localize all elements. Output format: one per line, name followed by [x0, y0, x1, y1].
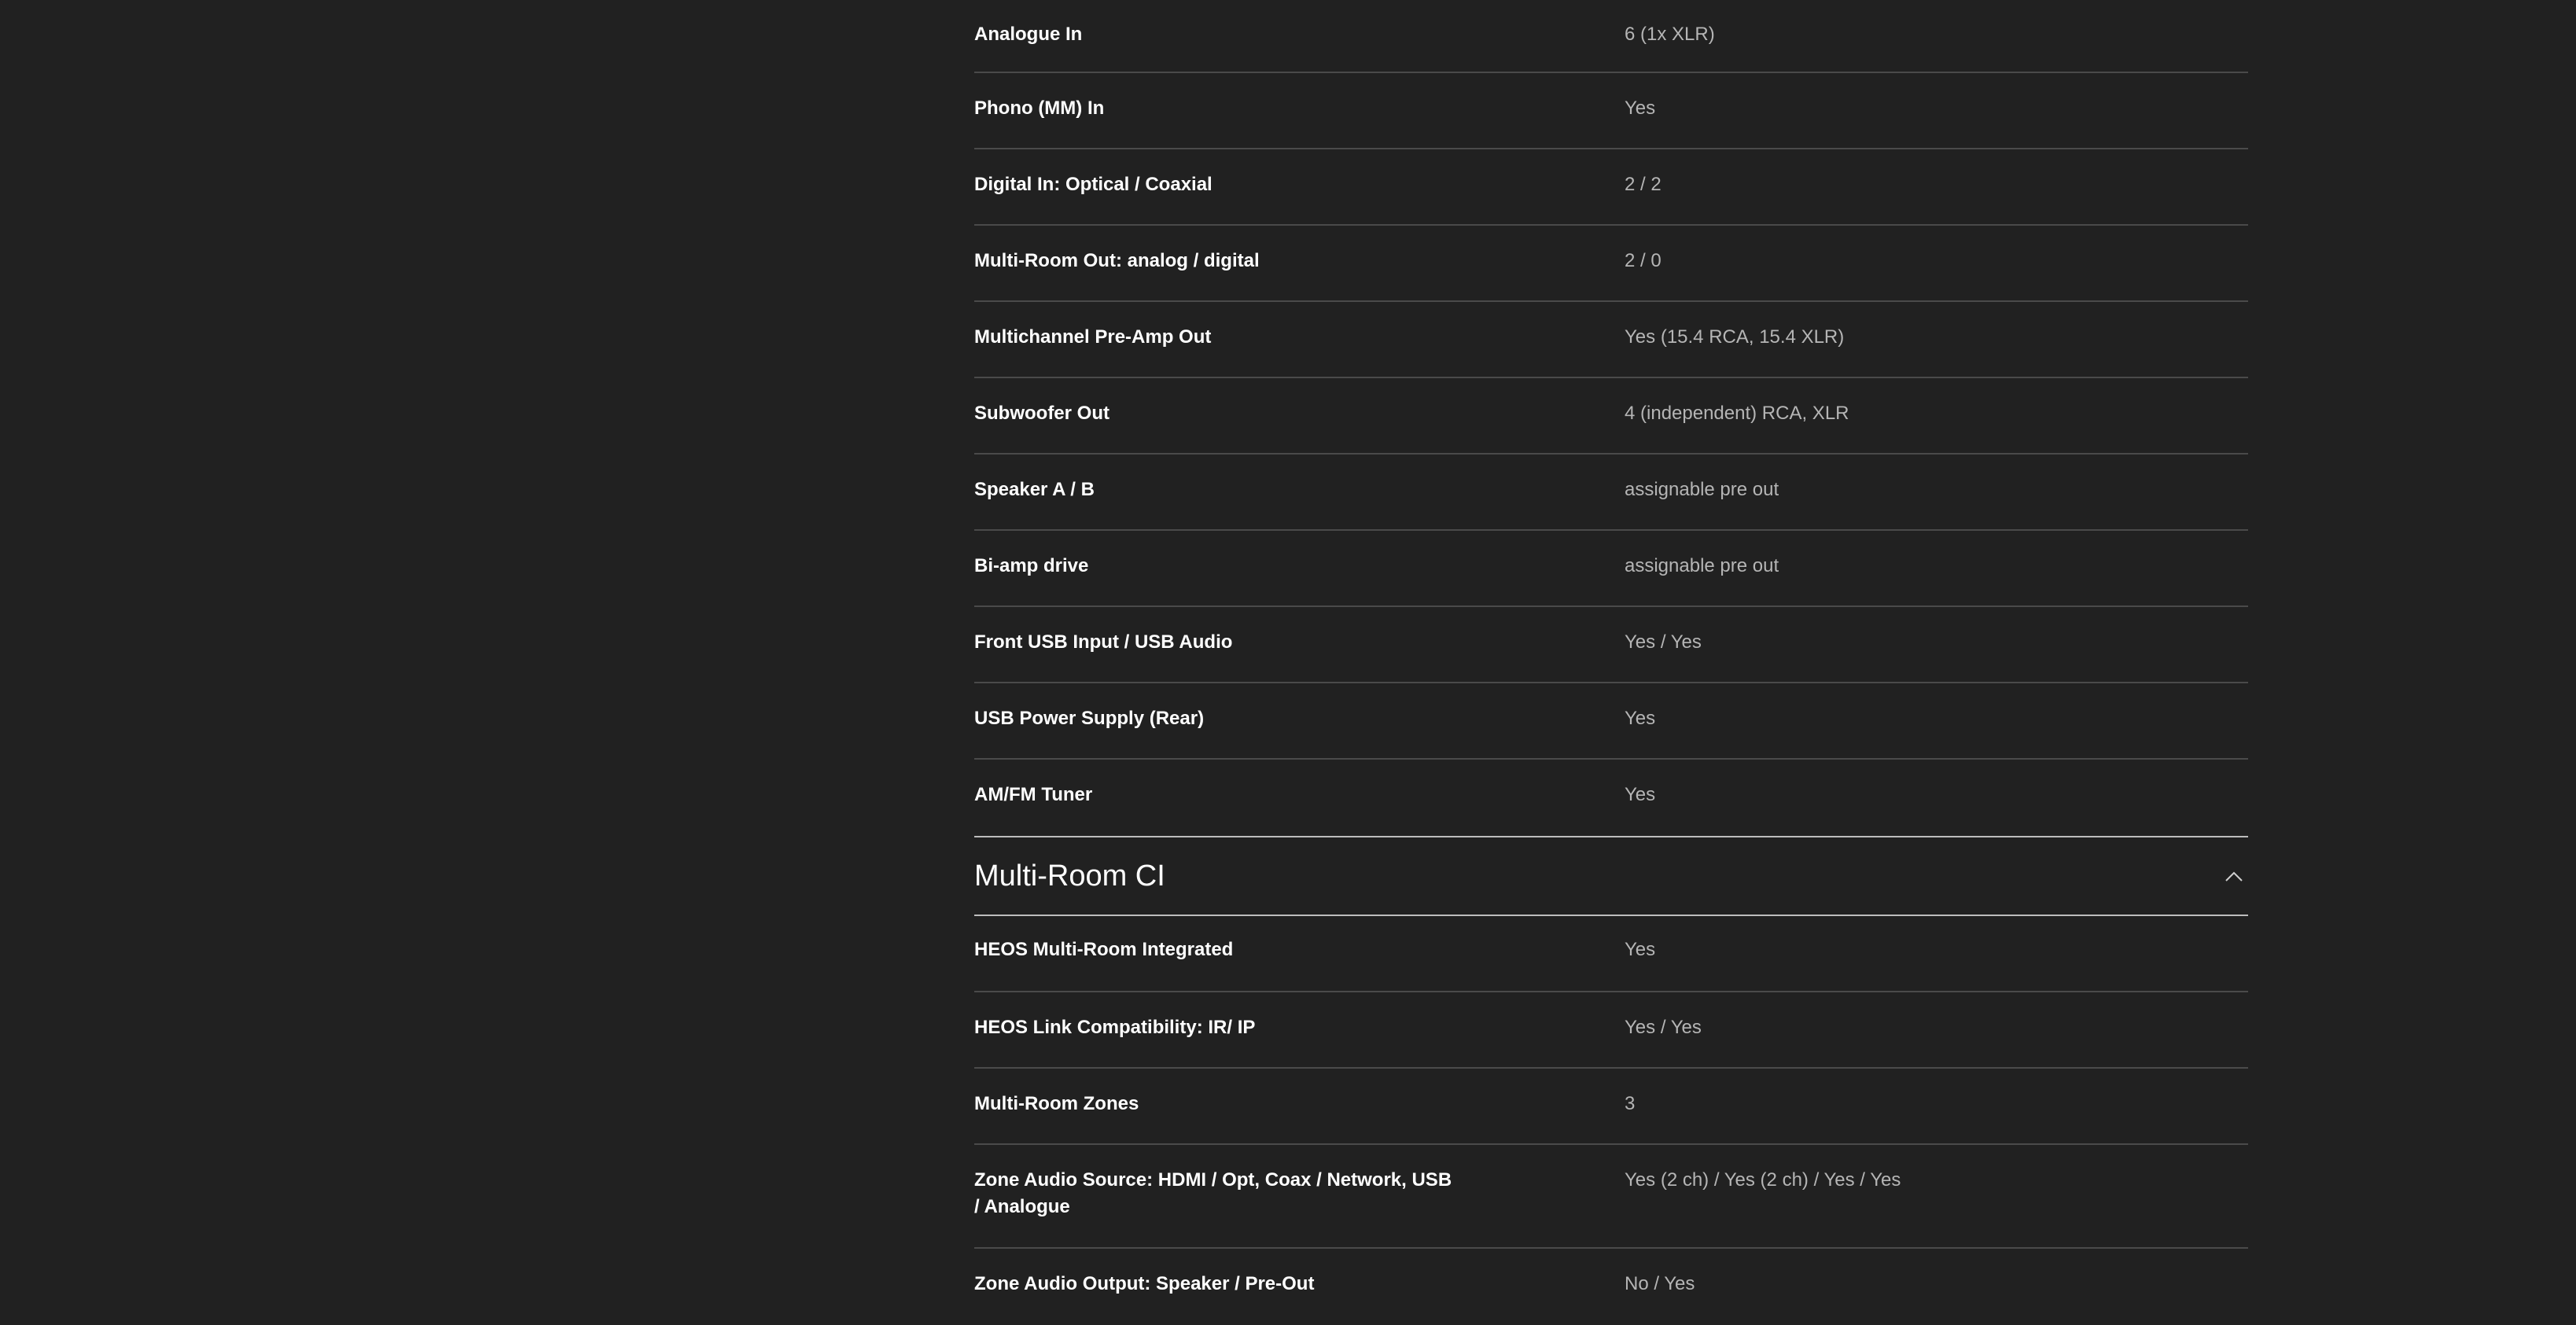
spec-row-subwoofer-out: Subwoofer Out 4 (independent) RCA, XLR — [974, 378, 2248, 455]
spec-row-zone-audio-source: Zone Audio Source: HDMI / Opt, Coax / Ne… — [974, 1145, 2248, 1249]
spec-label: Bi-amp drive — [974, 555, 1089, 576]
spec-row-usb-power: USB Power Supply (Rear) Yes — [974, 683, 2248, 760]
spec-value: 2 / 0 — [1625, 250, 1662, 271]
section-title: Multi-Room CI — [974, 859, 1165, 893]
spec-row-multi-room-zones: Multi-Room Zones 3 — [974, 1069, 2248, 1145]
spec-row-zone-audio-output: Zone Audio Output: Speaker / Pre-Out No … — [974, 1249, 2248, 1325]
spec-table: Analogue In 6 (1x XLR) Phono (MM) In Yes… — [974, 0, 2248, 1325]
spec-value: Yes / Yes — [1625, 1017, 1702, 1038]
spec-value: assignable pre out — [1625, 479, 1779, 500]
spec-label: USB Power Supply (Rear) — [974, 708, 1205, 729]
spec-label: Multi-Room Zones — [974, 1093, 1139, 1114]
spec-label: HEOS Multi-Room Integrated — [974, 939, 1234, 960]
spec-label: Speaker A / B — [974, 479, 1095, 500]
spec-label: Zone Audio Source: HDMI / Opt, Coax / Ne… — [974, 1169, 1452, 1217]
spec-label: Subwoofer Out — [974, 403, 1110, 424]
spec-row-multi-room-out: Multi-Room Out: analog / digital 2 / 0 — [974, 226, 2248, 302]
spec-row-heos-link: HEOS Link Compatibility: IR/ IP Yes / Ye… — [974, 992, 2248, 1069]
spec-value: Yes / Yes — [1625, 631, 1702, 653]
spec-value: Yes — [1625, 98, 1656, 119]
spec-row-digital-in: Digital In: Optical / Coaxial 2 / 2 — [974, 149, 2248, 226]
spec-label: HEOS Link Compatibility: IR/ IP — [974, 1017, 1256, 1038]
chevron-up-icon[interactable] — [2220, 863, 2248, 891]
spec-row-am-fm-tuner: AM/FM Tuner Yes — [974, 760, 2248, 836]
spec-label: Phono (MM) In — [974, 98, 1105, 119]
spec-row-analogue-in: Analogue In 6 (1x XLR) — [974, 0, 2248, 73]
spec-value: Yes (2 ch) / Yes (2 ch) / Yes / Yes — [1625, 1169, 1901, 1191]
spec-value: 4 (independent) RCA, XLR — [1625, 403, 1849, 424]
spec-label: AM/FM Tuner — [974, 784, 1093, 805]
spec-row-heos-integrated: HEOS Multi-Room Integrated Yes — [974, 916, 2248, 992]
spec-value: No / Yes — [1625, 1273, 1695, 1294]
spec-row-front-usb: Front USB Input / USB Audio Yes / Yes — [974, 607, 2248, 683]
spec-row-speaker-ab: Speaker A / B assignable pre out — [974, 455, 2248, 531]
spec-label: Multi-Room Out: analog / digital — [974, 250, 1260, 271]
spec-value: Yes (15.4 RCA, 15.4 XLR) — [1625, 326, 1845, 348]
spec-value: Yes — [1625, 708, 1656, 729]
spec-value: Yes — [1625, 939, 1656, 960]
spec-label: Multichannel Pre-Amp Out — [974, 326, 1212, 348]
spec-value: 2 / 2 — [1625, 174, 1662, 195]
spec-row-bi-amp: Bi-amp drive assignable pre out — [974, 531, 2248, 607]
spec-row-multichannel-pre-out: Multichannel Pre-Amp Out Yes (15.4 RCA, … — [974, 302, 2248, 378]
section-header-multi-room-ci[interactable]: Multi-Room CI — [974, 836, 2248, 916]
spec-label: Analogue In — [974, 24, 1083, 45]
spec-row-phono-in: Phono (MM) In Yes — [974, 73, 2248, 149]
spec-value: assignable pre out — [1625, 555, 1779, 576]
spec-value: 6 (1x XLR) — [1625, 24, 1715, 45]
spec-value: Yes — [1625, 784, 1656, 805]
spec-label: Zone Audio Output: Speaker / Pre-Out — [974, 1273, 1315, 1294]
spec-label: Digital In: Optical / Coaxial — [974, 174, 1213, 195]
spec-label: Front USB Input / USB Audio — [974, 631, 1233, 653]
spec-value: 3 — [1625, 1093, 1636, 1114]
